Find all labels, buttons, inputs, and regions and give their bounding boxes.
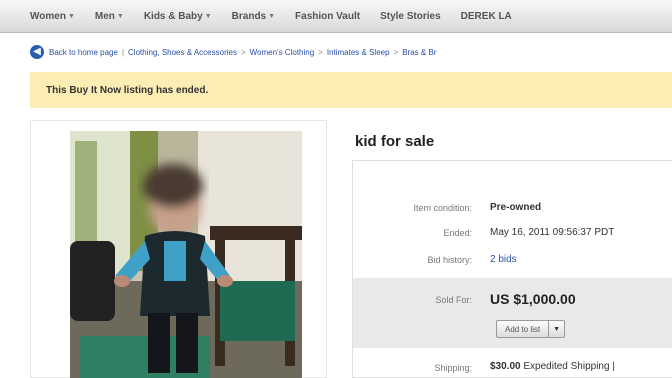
nav-item-brands[interactable]: Brands ▼ — [232, 11, 275, 22]
shipping-method: Expedited Shipping — [523, 361, 610, 372]
item-condition-label: Item condition: — [413, 203, 472, 213]
item-condition-value: Pre-owned — [490, 202, 542, 213]
bid-history-label: Bid history: — [427, 255, 472, 265]
breadcrumb-separator: > — [318, 47, 323, 57]
chevron-down-icon: ▼ — [67, 12, 75, 20]
ended-label: Ended: — [443, 228, 472, 238]
chevron-down-icon: ▼ — [116, 12, 124, 20]
nav-item-label: Style Stories — [380, 10, 441, 22]
nav-item-label: Kids & Baby — [143, 10, 203, 22]
breadcrumb-item[interactable]: Women's Clothing — [250, 48, 315, 57]
breadcrumb-item[interactable]: Bras & Br — [402, 48, 436, 57]
chevron-down-icon: ▼ — [204, 12, 212, 20]
top-nav: Women ▼ Men ▼ Kids & Baby ▼ Brands ▼ Fashion… — [0, 0, 672, 33]
item-photo[interactable] — [70, 131, 302, 378]
nav-item-kids-baby[interactable]: Kids & Baby ▼ — [144, 11, 212, 22]
nav-item-fashion-vault[interactable]: Fashion Vault — [295, 11, 360, 22]
sold-for-label: Sold For: — [435, 295, 472, 305]
breadcrumb-separator: | — [121, 47, 125, 57]
back-to-home-link[interactable]: Back to home page — [49, 48, 118, 57]
shipping-separator: | — [612, 361, 615, 372]
listing-ended-banner: This Buy It Now listing has ended. — [30, 72, 672, 108]
breadcrumb-item[interactable]: Clothing, Shoes & Accessories — [128, 48, 237, 57]
chevron-down-icon: ▼ — [268, 12, 276, 20]
bid-history-link[interactable]: 2 bids — [490, 254, 517, 265]
nav-item-label: Fashion Vault — [295, 10, 361, 22]
listing-title: kid for sale — [355, 133, 435, 150]
shipping-label: Shipping: — [434, 363, 472, 373]
back-arrow-icon[interactable]: ◀ — [30, 45, 44, 59]
ended-value: May 16, 2011 09:56:37 PDT — [490, 227, 615, 238]
sold-for-price: US $1,000.00 — [490, 291, 576, 307]
nav-item-style-stories[interactable]: Style Stories — [380, 11, 441, 22]
nav-item-label: Brands — [231, 10, 267, 22]
nav-item-label: DEREK LA — [460, 10, 512, 22]
add-to-list-button[interactable]: Add to list ▼ — [496, 320, 566, 338]
breadcrumb: ◀ Back to home page | Clothing, Shoes & … — [30, 43, 672, 61]
nav-item-label: Men — [94, 10, 115, 22]
breadcrumb-item[interactable]: Intimates & Sleep — [327, 48, 390, 57]
breadcrumb-separator: > — [393, 47, 399, 57]
add-to-list-label: Add to list — [497, 321, 550, 337]
nav-item-women[interactable]: Women ▼ — [30, 11, 75, 22]
nav-item-designer[interactable]: DEREK LA — [461, 11, 512, 22]
shipping-price: $30.00 — [490, 361, 521, 372]
shipping-info: $30.00 Expedited Shipping | — [490, 361, 615, 372]
breadcrumb-separator: > — [240, 47, 246, 57]
nav-item-men[interactable]: Men ▼ — [95, 11, 124, 22]
banner-text: This Buy It Now listing has ended. — [46, 84, 209, 96]
nav-item-label: Women — [30, 10, 66, 22]
chevron-down-icon[interactable]: ▼ — [549, 321, 564, 337]
